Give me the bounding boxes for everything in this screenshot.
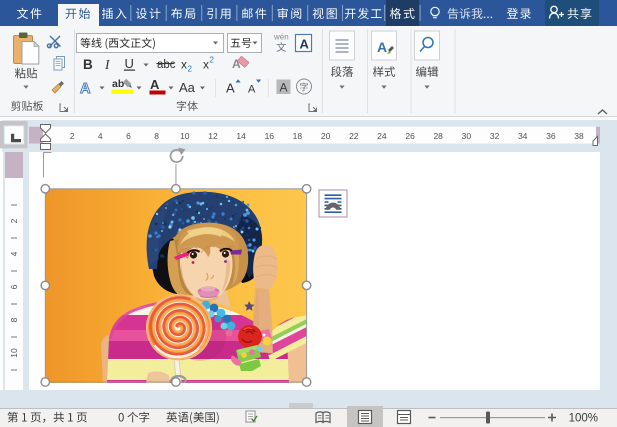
- svg-text:14: 14: [236, 131, 246, 141]
- svg-text:6: 6: [9, 284, 19, 289]
- svg-text:2: 2: [188, 65, 193, 74]
- svg-text:24: 24: [377, 131, 387, 141]
- svg-text:abc: abc: [157, 59, 176, 71]
- svg-text:A: A: [226, 81, 235, 96]
- svg-text:A: A: [377, 39, 387, 55]
- svg-text:A: A: [248, 84, 256, 96]
- svg-text:Aa: Aa: [179, 80, 196, 95]
- svg-text:20: 20: [321, 131, 331, 141]
- svg-text:wén: wén: [273, 33, 289, 42]
- svg-text:2: 2: [9, 218, 19, 223]
- svg-text:28: 28: [433, 131, 443, 141]
- svg-text:A: A: [300, 37, 310, 52]
- svg-text:34: 34: [518, 131, 528, 141]
- svg-text:U: U: [125, 56, 134, 71]
- svg-text:36: 36: [546, 131, 556, 141]
- svg-text:B: B: [83, 57, 93, 72]
- svg-text:4: 4: [98, 131, 103, 141]
- svg-text:8: 8: [9, 317, 19, 322]
- svg-text:22: 22: [349, 131, 359, 141]
- svg-text:2: 2: [210, 56, 215, 65]
- svg-text:18: 18: [293, 131, 303, 141]
- svg-text:ab: ab: [112, 78, 124, 90]
- svg-text:x: x: [203, 58, 209, 72]
- svg-text:4: 4: [9, 251, 19, 256]
- svg-text:A: A: [80, 81, 91, 97]
- svg-text:8: 8: [154, 131, 159, 141]
- svg-text:10: 10: [180, 131, 190, 141]
- svg-text:2: 2: [70, 131, 75, 141]
- svg-text:12: 12: [208, 131, 218, 141]
- svg-text:6: 6: [126, 131, 131, 141]
- svg-text:30: 30: [462, 131, 472, 141]
- svg-text:26: 26: [405, 131, 415, 141]
- svg-text:A: A: [280, 81, 288, 95]
- svg-text:32: 32: [490, 131, 500, 141]
- svg-text:A: A: [150, 77, 160, 92]
- svg-text:10: 10: [9, 348, 19, 358]
- svg-text:x: x: [181, 58, 187, 72]
- svg-text:16: 16: [265, 131, 275, 141]
- svg-text:100%: 100%: [569, 413, 598, 425]
- svg-text:I: I: [104, 57, 111, 72]
- svg-text:38: 38: [574, 131, 584, 141]
